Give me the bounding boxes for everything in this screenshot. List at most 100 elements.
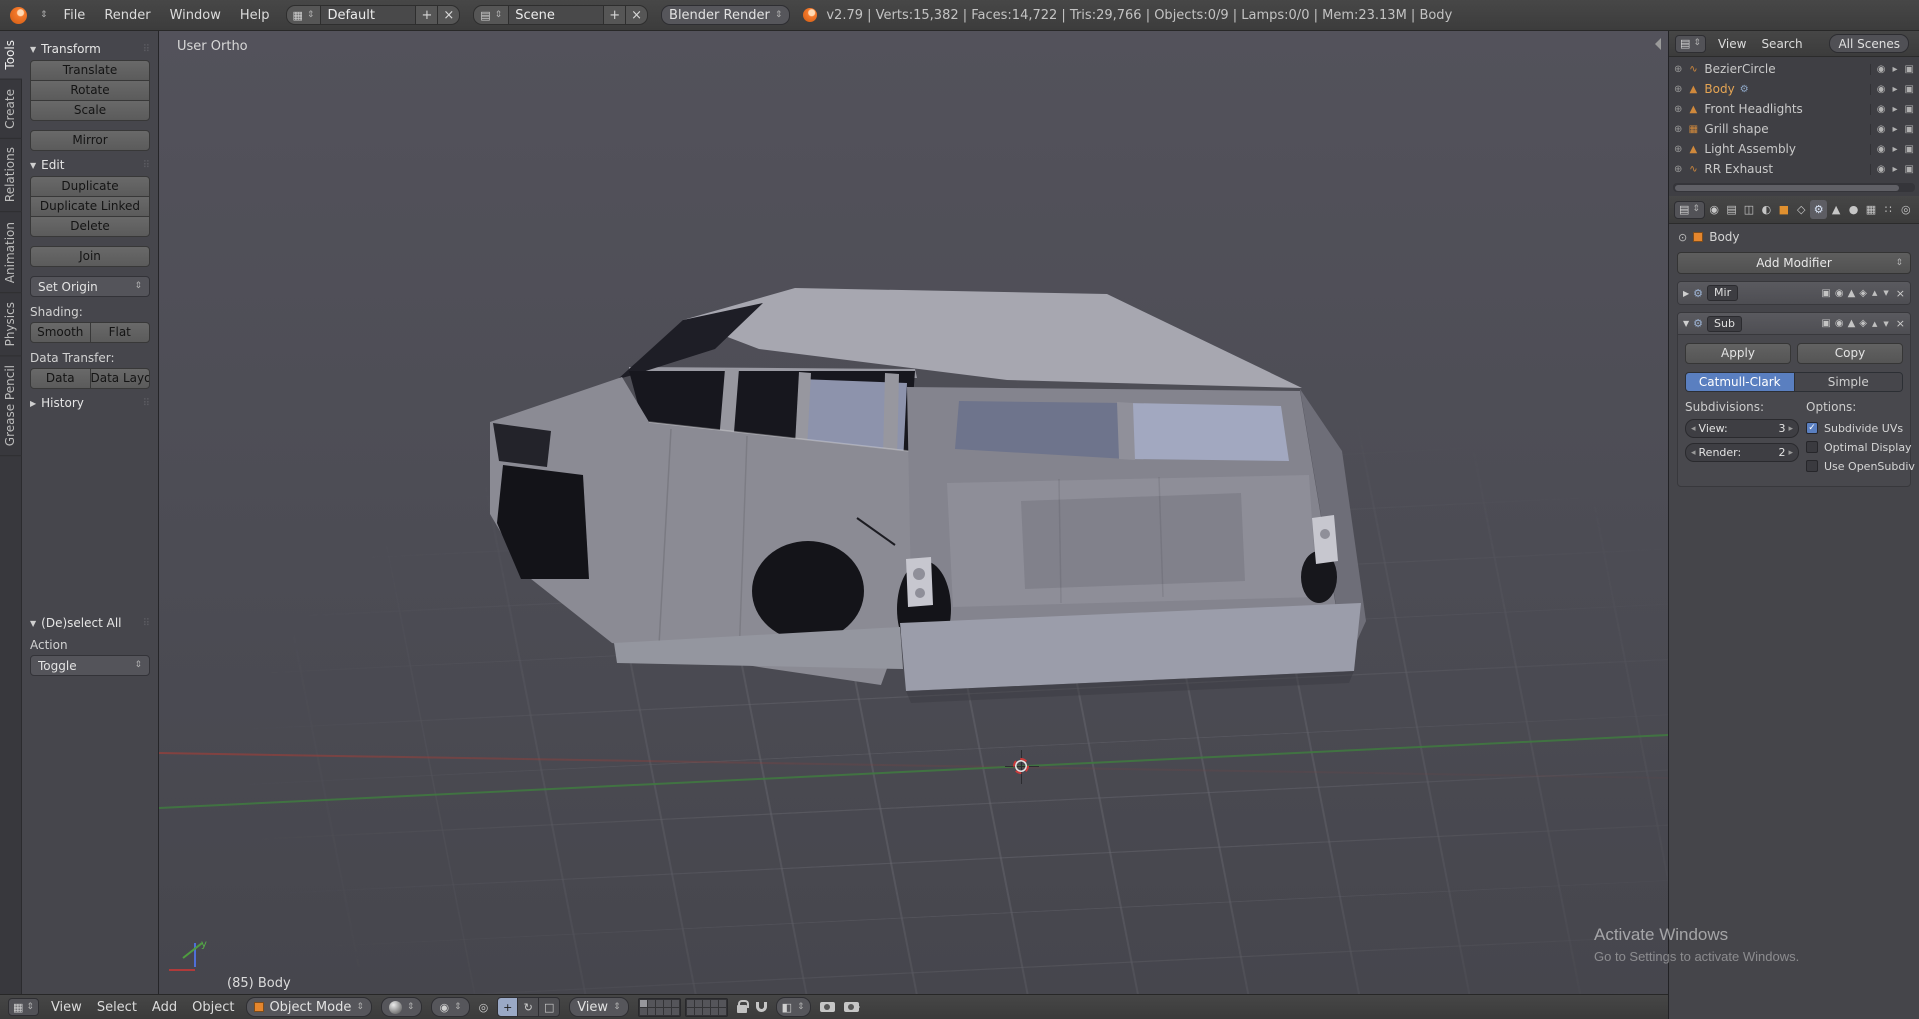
object-name[interactable]: RR Exhaust <box>1704 162 1773 176</box>
scene-delete-button[interactable]: × <box>626 5 648 25</box>
manipulator-rotate-button[interactable]: ↻ <box>518 997 539 1017</box>
render-subdivisions-field[interactable]: ◂ Render: 2 ▸ <box>1685 443 1799 462</box>
outliner-horizontal-scrollbar[interactable] <box>1673 183 1915 192</box>
move-up-icon[interactable]: ▲ <box>1871 289 1878 297</box>
modifier-name-field[interactable]: Mir <box>1707 285 1738 301</box>
visibility-eye-icon[interactable]: ◉ <box>1877 164 1886 175</box>
render-engine-select[interactable]: Blender Render ⇕ <box>661 5 790 25</box>
outliner-display-mode-select[interactable]: All Scenes <box>1829 34 1909 53</box>
move-down-icon[interactable]: ▼ <box>1882 320 1889 328</box>
tab-render-layers-icon[interactable]: ▤ <box>1723 200 1739 219</box>
selectability-arrow-icon[interactable]: ▸ <box>1893 104 1898 115</box>
subdivide-uvs-checkbox[interactable]: ✓ <box>1806 422 1818 434</box>
render-toggle-icon[interactable]: ▣ <box>1821 318 1830 329</box>
editor-type-arrows-icon[interactable]: ⇕ <box>40 11 48 20</box>
join-button[interactable]: Join <box>30 246 150 267</box>
decrement-arrow-icon[interactable]: ◂ <box>1691 424 1696 434</box>
expand-icon[interactable]: ⊕ <box>1674 64 1682 75</box>
object-name[interactable]: Grill shape <box>1704 122 1768 136</box>
tab-modifiers-icon[interactable]: ⚙ <box>1810 200 1826 219</box>
outliner-menu-search[interactable]: Search <box>1758 35 1805 53</box>
renderability-camera-icon[interactable]: ▣ <box>1905 104 1914 115</box>
menu-select[interactable]: Select <box>94 998 140 1017</box>
selectability-arrow-icon[interactable]: ▸ <box>1893 64 1898 75</box>
panel-header-transform[interactable]: ▼ Transform ⠿ <box>30 42 150 56</box>
menu-help[interactable]: Help <box>237 6 273 25</box>
outliner-row-rr-exhaust[interactable]: ⊕ ∿ RR Exhaust ◉ ▸ ▣ <box>1669 159 1919 179</box>
renderability-camera-icon[interactable]: ▣ <box>1905 64 1914 75</box>
view-subdivisions-field[interactable]: ◂ View: 3 ▸ <box>1685 419 1799 438</box>
render-toggle-icon[interactable]: ▣ <box>1821 288 1830 299</box>
viewport-toggle-icon[interactable]: ◉ <box>1835 318 1844 329</box>
scale-button[interactable]: Scale <box>30 100 150 121</box>
expand-icon[interactable]: ⊕ <box>1674 124 1682 135</box>
menu-add[interactable]: Add <box>149 998 180 1017</box>
properties-editor-select[interactable]: ▤ ⇕ <box>1674 201 1705 219</box>
optimal-display-checkbox[interactable] <box>1806 441 1818 453</box>
menu-file[interactable]: File <box>61 6 89 25</box>
manipulator-scale-button[interactable]: □ <box>539 997 560 1017</box>
simple-button[interactable]: Simple <box>1794 373 1903 391</box>
renderability-camera-icon[interactable]: ▣ <box>1905 84 1914 95</box>
panel-header-edit[interactable]: ▼ Edit ⠿ <box>30 158 150 172</box>
visibility-eye-icon[interactable]: ◉ <box>1877 144 1886 155</box>
tab-object-data-icon[interactable]: ▲ <box>1828 200 1844 219</box>
add-modifier-button[interactable]: Add Modifier ⇕ <box>1677 252 1911 274</box>
modifier-mirror-header[interactable]: ▶ ⚙ Mir ▣ ◉ ▲ ◈ ▲ ▼ × <box>1678 282 1910 304</box>
data-button[interactable]: Data <box>30 368 91 389</box>
expand-icon[interactable]: ⊕ <box>1674 84 1682 95</box>
move-down-icon[interactable]: ▼ <box>1882 289 1889 297</box>
toggle-dropdown[interactable]: Toggle ⇕ <box>30 655 150 676</box>
layers-group-1[interactable] <box>638 998 681 1017</box>
editmode-toggle-icon[interactable]: ▲ <box>1848 288 1856 299</box>
smooth-button[interactable]: Smooth <box>30 322 91 343</box>
increment-arrow-icon[interactable]: ▸ <box>1788 448 1793 458</box>
expand-triangle-icon[interactable]: ▼ <box>1683 319 1689 328</box>
menu-render[interactable]: Render <box>101 6 153 25</box>
visibility-eye-icon[interactable]: ◉ <box>1877 104 1886 115</box>
use-opensubdiv-checkbox-row[interactable]: Use OpenSubdiv <box>1806 457 1915 475</box>
visibility-eye-icon[interactable]: ◉ <box>1877 124 1886 135</box>
opengl-render-anim-button[interactable] <box>844 1002 859 1012</box>
tab-particles-icon[interactable]: ∷ <box>1880 200 1896 219</box>
viewport-shading-select[interactable]: ⇕ <box>381 997 423 1017</box>
expand-triangle-icon[interactable]: ▶ <box>1683 289 1689 298</box>
drag-dots-icon[interactable]: ⠿ <box>143 44 150 55</box>
delete-modifier-icon[interactable]: × <box>1896 317 1905 330</box>
pivot-point-select[interactable]: ◉ ⇕ <box>431 997 469 1017</box>
optimal-display-checkbox-row[interactable]: Optimal Display <box>1806 438 1915 456</box>
selectability-arrow-icon[interactable]: ▸ <box>1893 144 1898 155</box>
translate-button[interactable]: Translate <box>30 60 150 81</box>
visibility-eye-icon[interactable]: ◉ <box>1877 84 1886 95</box>
opengl-render-still-button[interactable] <box>820 1002 835 1012</box>
outliner-row-body[interactable]: ⊕ ▲ Body ⚙ ◉ ▸ ▣ <box>1669 79 1919 99</box>
pin-icon[interactable]: ⊙ <box>1678 231 1687 244</box>
selectability-arrow-icon[interactable]: ▸ <box>1893 84 1898 95</box>
decrement-arrow-icon[interactable]: ◂ <box>1691 448 1696 458</box>
screen-layout-browse-button[interactable]: ▦ ⇕ <box>286 5 322 25</box>
outliner-editor-select[interactable]: ▤ ⇕ <box>1675 35 1706 53</box>
manipulator-translate-button[interactable]: + <box>497 997 518 1017</box>
tab-physics[interactable]: Physics <box>0 293 22 356</box>
visibility-eye-icon[interactable]: ◉ <box>1877 64 1886 75</box>
tab-object-icon[interactable]: ■ <box>1776 200 1792 219</box>
renderability-camera-icon[interactable]: ▣ <box>1905 124 1914 135</box>
snap-element-select[interactable]: ◧ ⇕ <box>776 997 811 1017</box>
selectability-arrow-icon[interactable]: ▸ <box>1893 164 1898 175</box>
catmull-clark-button[interactable]: Catmull-Clark <box>1686 373 1794 391</box>
outliner-row-front-headlights[interactable]: ⊕ ▲ Front Headlights ◉ ▸ ▣ <box>1669 99 1919 119</box>
renderability-camera-icon[interactable]: ▣ <box>1905 144 1914 155</box>
drag-dots-icon[interactable]: ⠿ <box>143 160 150 171</box>
rotate-button[interactable]: Rotate <box>30 80 150 101</box>
layers-group-2[interactable] <box>685 998 728 1017</box>
scene-name-field[interactable]: Scene <box>509 5 604 25</box>
cage-toggle-icon[interactable]: ◈ <box>1859 318 1867 329</box>
drag-dots-icon[interactable]: ⠿ <box>143 618 150 629</box>
editmode-toggle-icon[interactable]: ▲ <box>1848 318 1856 329</box>
scene-add-button[interactable]: + <box>604 5 626 25</box>
selectability-arrow-icon[interactable]: ▸ <box>1893 124 1898 135</box>
delete-button[interactable]: Delete <box>30 216 150 237</box>
outliner-row-beziercircle[interactable]: ⊕ ∿ BezierCircle ◉ ▸ ▣ <box>1669 59 1919 79</box>
tab-constraints-icon[interactable]: ◇ <box>1793 200 1809 219</box>
modifier-subsurf-header[interactable]: ▼ ⚙ Sub ▣ ◉ ▲ ◈ ▲ ▼ × <box>1678 313 1910 335</box>
